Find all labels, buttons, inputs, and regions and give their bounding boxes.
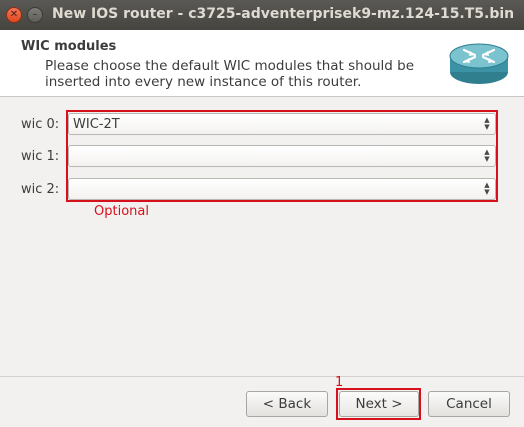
optional-annotation: Optional (94, 204, 149, 219)
page-subtitle: Please choose the default WIC modules th… (45, 58, 415, 90)
router-icon (449, 43, 509, 84)
back-button[interactable]: < Back (246, 391, 328, 417)
wizard-header: WIC modules Please choose the default WI… (0, 30, 524, 97)
cancel-button[interactable]: Cancel (428, 391, 510, 417)
page-title: WIC modules (21, 39, 117, 54)
close-icon[interactable]: ✕ (6, 7, 22, 23)
annotation-highlight-wics (66, 110, 498, 202)
annotation-highlight-next (336, 388, 421, 420)
wic1-label: wic 1: (21, 149, 60, 164)
window-title: New IOS router - c3725-adventerprisek9-m… (52, 6, 515, 22)
wic2-label: wic 2: (21, 182, 60, 197)
title-bar: ✕ – New IOS router - c3725-adventerprise… (0, 0, 524, 30)
minimize-icon[interactable]: – (27, 7, 43, 23)
footer-divider (0, 376, 524, 377)
wic0-label: wic 0: (21, 117, 60, 132)
